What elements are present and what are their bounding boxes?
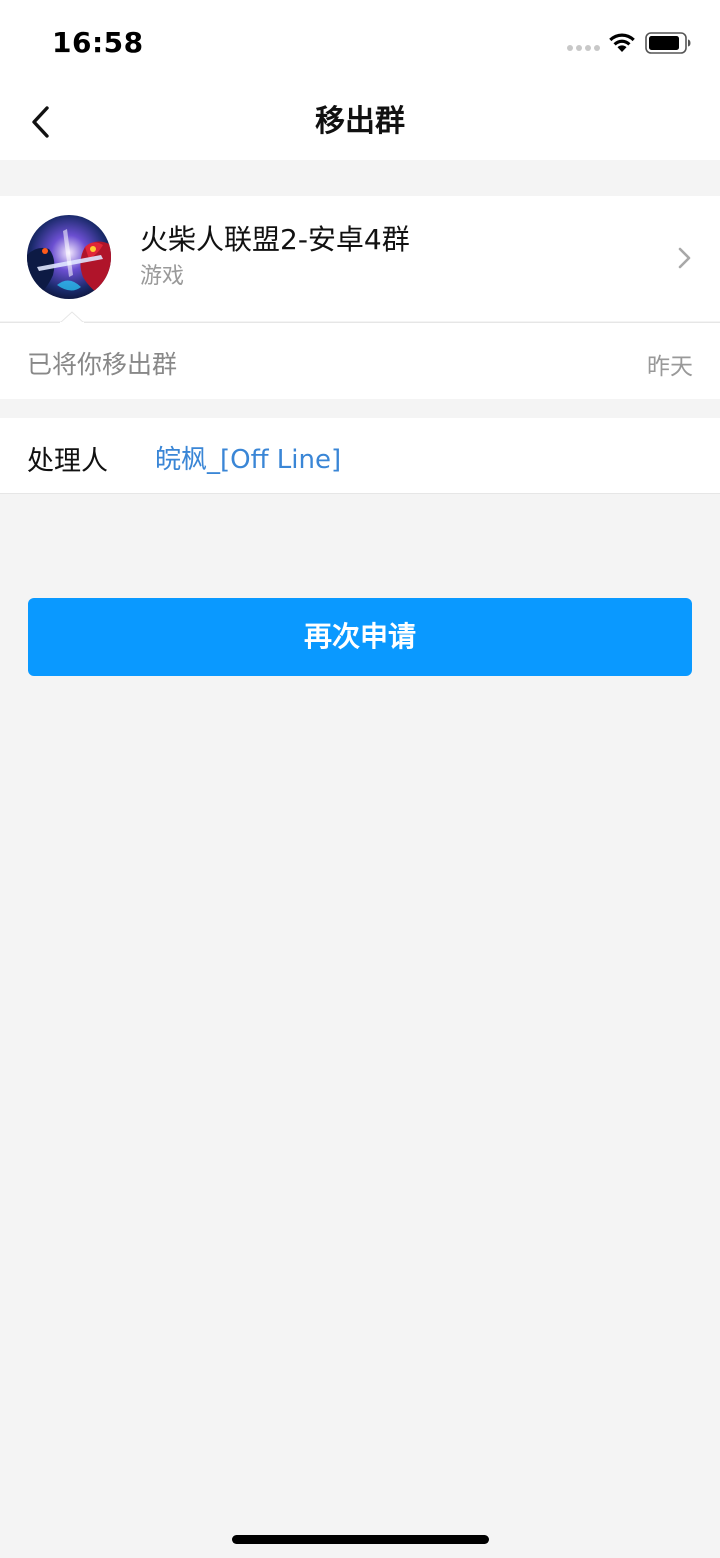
group-info-card[interactable]: 火柴人联盟2-安卓4群 游戏 — [0, 196, 720, 321]
removal-notice: 已将你移出群 昨天 — [0, 311, 720, 399]
wifi-icon — [609, 33, 635, 52]
handler-name-link[interactable]: 皖枫_[Off Line] — [155, 439, 341, 476]
battery-icon — [645, 32, 691, 54]
status-time: 16:58 — [52, 26, 144, 59]
chevron-right-icon — [678, 247, 691, 269]
group-name: 火柴人联盟2-安卓4群 — [140, 223, 410, 256]
notice-message: 已将你移出群 — [27, 350, 178, 379]
chevron-left-icon — [32, 106, 49, 138]
reapply-button[interactable]: 再次申请 — [28, 598, 692, 676]
back-button[interactable] — [20, 100, 60, 144]
cellular-signal-icon — [567, 45, 601, 53]
status-bar: 16:58 — [0, 0, 720, 84]
handler-label: 处理人 — [27, 446, 108, 477]
group-avatar — [27, 215, 111, 299]
group-category: 游戏 — [140, 264, 185, 289]
page-title: 移出群 — [315, 104, 405, 139]
pointer-arrow — [60, 311, 84, 323]
home-indicator[interactable] — [232, 1535, 489, 1544]
handler-row: 处理人 皖枫_[Off Line] — [0, 418, 720, 494]
navigation-bar: 移出群 — [0, 84, 720, 160]
notice-timestamp: 昨天 — [647, 354, 693, 380]
